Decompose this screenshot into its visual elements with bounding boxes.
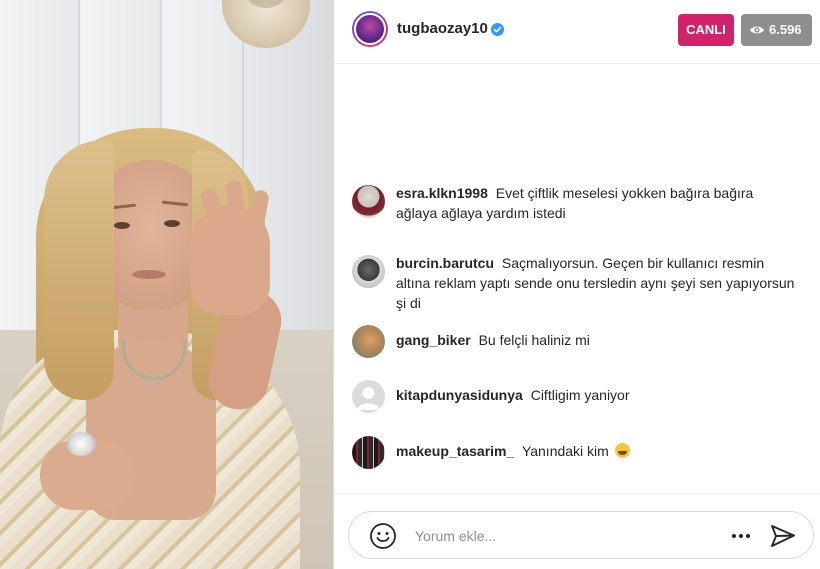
commenter-avatar[interactable] [352,436,385,469]
eye-icon [750,26,764,34]
commenter-avatar[interactable] [352,325,385,358]
comment-text: Bu felçli haliniz mi [478,332,590,348]
default-avatar-icon [357,387,380,410]
commenter-avatar[interactable] [352,185,385,218]
comment-username[interactable]: burcin.barutcu [396,255,494,271]
username[interactable]: tugbaozay10 [397,20,488,37]
laughing-emoji-icon [614,443,630,458]
comment-list[interactable]: esra.klkn1998 Evet çiftlik meselesi yokk… [334,65,820,493]
commenter-avatar[interactable] [352,255,385,288]
comment-input[interactable] [415,524,715,548]
viewer-count-badge: 6.596 [741,14,812,46]
verified-badge-icon [491,23,504,36]
comment-username[interactable]: gang_biker [396,332,471,348]
live-video[interactable]: ☆ [0,0,333,569]
live-badge: CANLI [678,14,734,46]
send-icon[interactable] [769,522,797,550]
live-header: tugbaozay10 CANLI 6.596 [334,0,820,64]
ring [66,432,96,456]
comment-username[interactable]: kitapdunyasidunya [396,387,523,403]
comment-text: Ciftligim yaniyor [530,387,630,403]
star-pendant: ☆ [140,368,167,401]
viewer-count: 6.596 [769,22,802,37]
profile-avatar[interactable] [352,11,388,47]
comment-form [348,511,814,559]
comment-username[interactable]: makeup_tasarim_ [396,443,514,459]
smile-icon[interactable] [369,522,397,550]
more-icon[interactable] [729,524,753,548]
comment-username[interactable]: esra.klkn1998 [396,185,488,201]
commenter-avatar[interactable] [352,380,385,413]
comment-text: Yanındaki kim [521,443,609,459]
